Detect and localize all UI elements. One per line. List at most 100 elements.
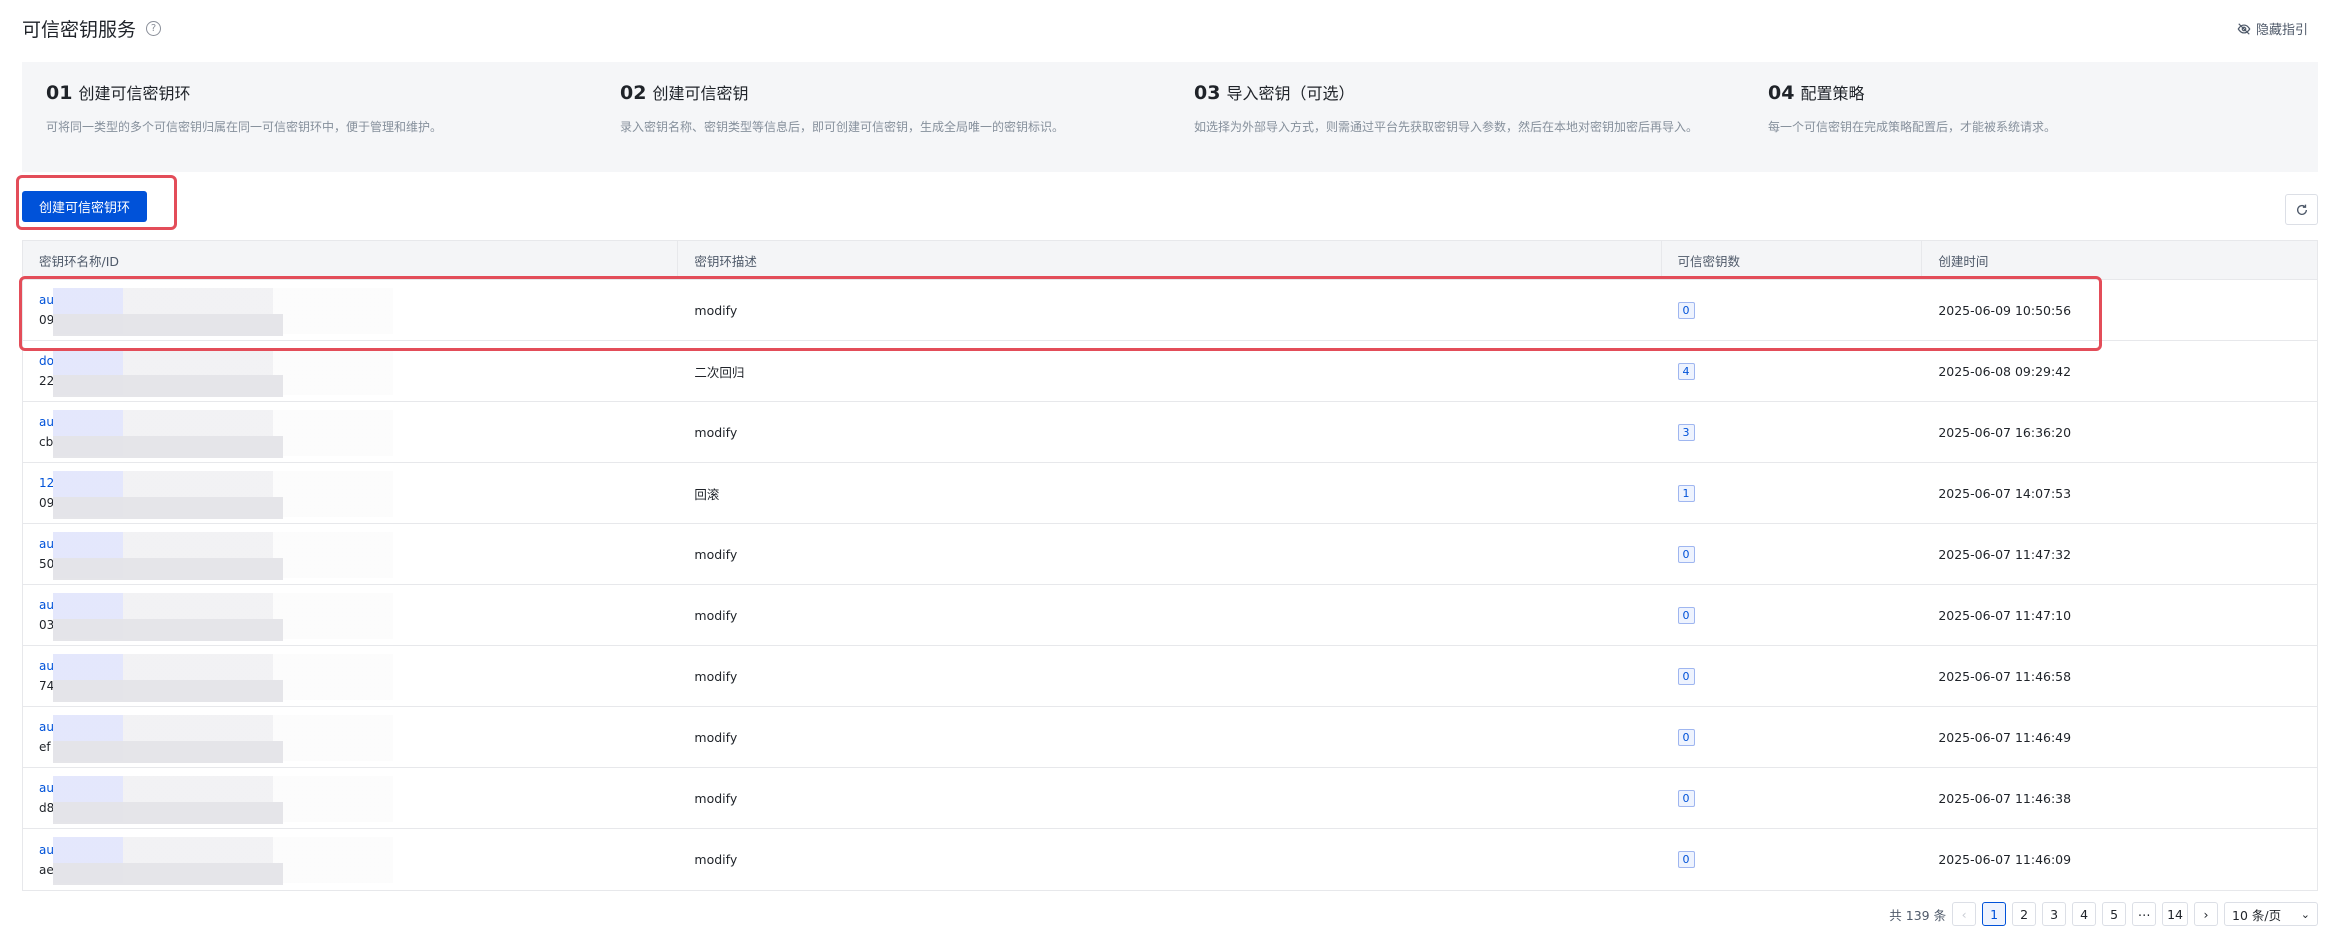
- key-ring-name-link[interactable]: au: [39, 415, 54, 429]
- key-count-badge[interactable]: 0: [1677, 301, 1695, 319]
- redacted-mask: [53, 375, 283, 397]
- description-cell: modify: [694, 607, 738, 623]
- page-button[interactable]: 14: [2162, 902, 2188, 926]
- prev-page-button[interactable]: ‹: [1952, 902, 1977, 926]
- created-time-cell: 2025-06-07 11:47:32: [1938, 546, 2072, 562]
- total-count: 共 139 条: [1889, 907, 1947, 923]
- created-time-cell: 2025-06-07 16:36:20: [1938, 424, 2072, 440]
- key-count-badge[interactable]: 1: [1677, 484, 1695, 502]
- key-ring-id: 74: [39, 679, 55, 693]
- table-row: au ef modify 0 2025-06-07 11:46:49: [23, 707, 2317, 768]
- step-title: 导入密钥（可选）: [1226, 84, 1355, 103]
- key-ring-id: ef: [39, 740, 51, 754]
- table-row: 12 09 回滚 1 2025-06-07 14:07:53: [23, 463, 2317, 524]
- column-header-name: 密钥环名称/ID: [23, 241, 679, 279]
- created-time-cell: 2025-06-07 11:46:49: [1938, 729, 2072, 745]
- name-id-cell: do 22: [23, 341, 678, 401]
- key-count-badge[interactable]: 3: [1677, 423, 1695, 441]
- step-number: 04: [1768, 82, 1795, 104]
- table-row: au cb modify 3 2025-06-07 16:36:20: [23, 402, 2317, 463]
- description-cell: modify: [694, 790, 738, 806]
- key-count-badge[interactable]: 0: [1677, 789, 1695, 807]
- key-count-cell: 0: [1662, 768, 1923, 828]
- description-cell: modify: [694, 302, 738, 318]
- key-ring-name-link[interactable]: au: [39, 720, 54, 734]
- key-ring-name-link[interactable]: au: [39, 598, 54, 612]
- created-time-cell: 2025-06-07 11:47:10: [1938, 607, 2072, 623]
- key-count-cell: 0: [1662, 829, 1923, 890]
- guide-step-1: 01 创建可信密钥环 可将同一类型的多个可信密钥归属在同一可信密钥环中，便于管理和…: [22, 62, 596, 172]
- redacted-mask: [53, 680, 283, 702]
- created-time-cell: 2025-06-07 11:46:58: [1938, 668, 2072, 684]
- page-button[interactable]: 3: [2042, 902, 2067, 926]
- table-row: au 50 modify 0 2025-06-07 11:47:32: [23, 524, 2317, 585]
- page-size-select[interactable]: 10 条/页 ⌄: [2224, 902, 2318, 926]
- key-count-badge[interactable]: 0: [1677, 667, 1695, 685]
- key-ring-id: 50: [39, 557, 55, 571]
- name-id-cell: au ae: [23, 829, 678, 890]
- redacted-mask: [53, 741, 283, 763]
- key-ring-id: 03: [39, 618, 55, 632]
- guide-step-3: 03 导入密钥（可选） 如选择为外部导入方式，则需通过平台先获取密钥导入参数，然后…: [1170, 62, 1744, 172]
- key-ring-name-link[interactable]: au: [39, 293, 54, 307]
- key-ring-name-link[interactable]: au: [39, 537, 54, 551]
- key-count-badge[interactable]: 0: [1677, 606, 1695, 624]
- refresh-button[interactable]: [2285, 194, 2318, 225]
- step-number: 03: [1194, 82, 1221, 104]
- description-cell: modify: [694, 546, 738, 562]
- step-title: 创建可信密钥: [652, 84, 749, 103]
- key-count-badge[interactable]: 0: [1677, 545, 1695, 563]
- name-id-cell: au 03: [23, 585, 678, 645]
- hide-guide-button[interactable]: 隐藏指引: [2237, 19, 2308, 38]
- create-key-ring-button[interactable]: 创建可信密钥环: [22, 191, 147, 222]
- key-count-cell: 3: [1662, 402, 1923, 462]
- key-count-badge[interactable]: 0: [1677, 851, 1695, 868]
- column-header-created-time: 创建时间: [1938, 253, 1989, 269]
- step-description: 如选择为外部导入方式，则需通过平台先获取密钥导入参数，然后在本地对密钥加密后再导…: [1194, 120, 1699, 134]
- key-ring-name-link[interactable]: au: [39, 843, 54, 857]
- name-id-cell: au 09: [23, 280, 678, 340]
- key-count-cell: 0: [1662, 280, 1923, 340]
- table-row: do 22 二次回归 4 2025-06-08 09:29:42: [23, 341, 2317, 402]
- table-row: au ae modify 0 2025-06-07 11:46:09: [23, 829, 2317, 890]
- page-button[interactable]: 2: [2012, 902, 2037, 926]
- page-list: 1 2 3 4 5 ⋯ 14: [1982, 902, 2188, 926]
- key-ring-id: 09: [39, 313, 55, 327]
- next-page-button[interactable]: ›: [2194, 902, 2218, 926]
- created-time-cell: 2025-06-07 11:46:38: [1938, 790, 2072, 806]
- key-ring-name-link[interactable]: do: [39, 354, 54, 368]
- key-ring-name-link[interactable]: au: [39, 781, 54, 795]
- help-icon[interactable]: ?: [146, 20, 162, 36]
- description-cell: modify: [694, 729, 738, 745]
- step-description: 可将同一类型的多个可信密钥归属在同一可信密钥环中，便于管理和维护。: [46, 120, 443, 134]
- created-time-cell: 2025-06-07 11:46:09: [1938, 852, 2072, 867]
- key-count-cell: 0: [1662, 585, 1923, 645]
- table-header: 密钥环名称/ID 密钥环描述 可信密钥数 创建时间: [23, 241, 2317, 280]
- page-button[interactable]: 1: [1982, 902, 2007, 926]
- refresh-icon: [2296, 204, 2307, 215]
- key-count-badge[interactable]: 0: [1677, 728, 1695, 746]
- key-ring-id: 09: [39, 496, 55, 510]
- page-title: 可信密钥服务: [22, 18, 137, 41]
- page-button[interactable]: 5: [2102, 902, 2127, 926]
- column-header-key-count: 可信密钥数: [1662, 241, 1923, 279]
- key-ring-id: ae: [39, 862, 54, 877]
- table-row: au d8 modify 0 2025-06-07 11:46:38: [23, 768, 2317, 829]
- key-ring-name-link[interactable]: au: [39, 659, 54, 673]
- description-cell: modify: [694, 852, 738, 867]
- column-header-description: 密钥环描述: [678, 241, 1662, 279]
- step-description: 每一个可信密钥在完成策略配置后，才能被系统请求。: [1768, 120, 2057, 134]
- name-id-cell: au ef: [23, 707, 678, 767]
- step-description: 录入密钥名称、密钥类型等信息后，即可创建可信密钥，生成全局唯一的密钥标识。: [620, 120, 1065, 134]
- table-row: au 74 modify 0 2025-06-07 11:46:58: [23, 646, 2317, 707]
- key-ring-name-link[interactable]: 12: [39, 476, 54, 490]
- created-time-cell: 2025-06-09 10:50:56: [1938, 302, 2072, 318]
- name-id-cell: au d8: [23, 768, 678, 828]
- key-count-cell: 1: [1662, 463, 1923, 523]
- guide-step-4: 04 配置策略 每一个可信密钥在完成策略配置后，才能被系统请求。: [1744, 62, 2318, 172]
- redacted-mask: [53, 436, 283, 458]
- pagination: 共 139 条 ‹ 1 2 3 4 5 ⋯ 14 › 10 条/页 ⌄: [1889, 902, 2318, 926]
- page-button[interactable]: ⋯: [2132, 902, 2157, 926]
- key-count-badge[interactable]: 4: [1677, 362, 1695, 380]
- page-button[interactable]: 4: [2072, 902, 2097, 926]
